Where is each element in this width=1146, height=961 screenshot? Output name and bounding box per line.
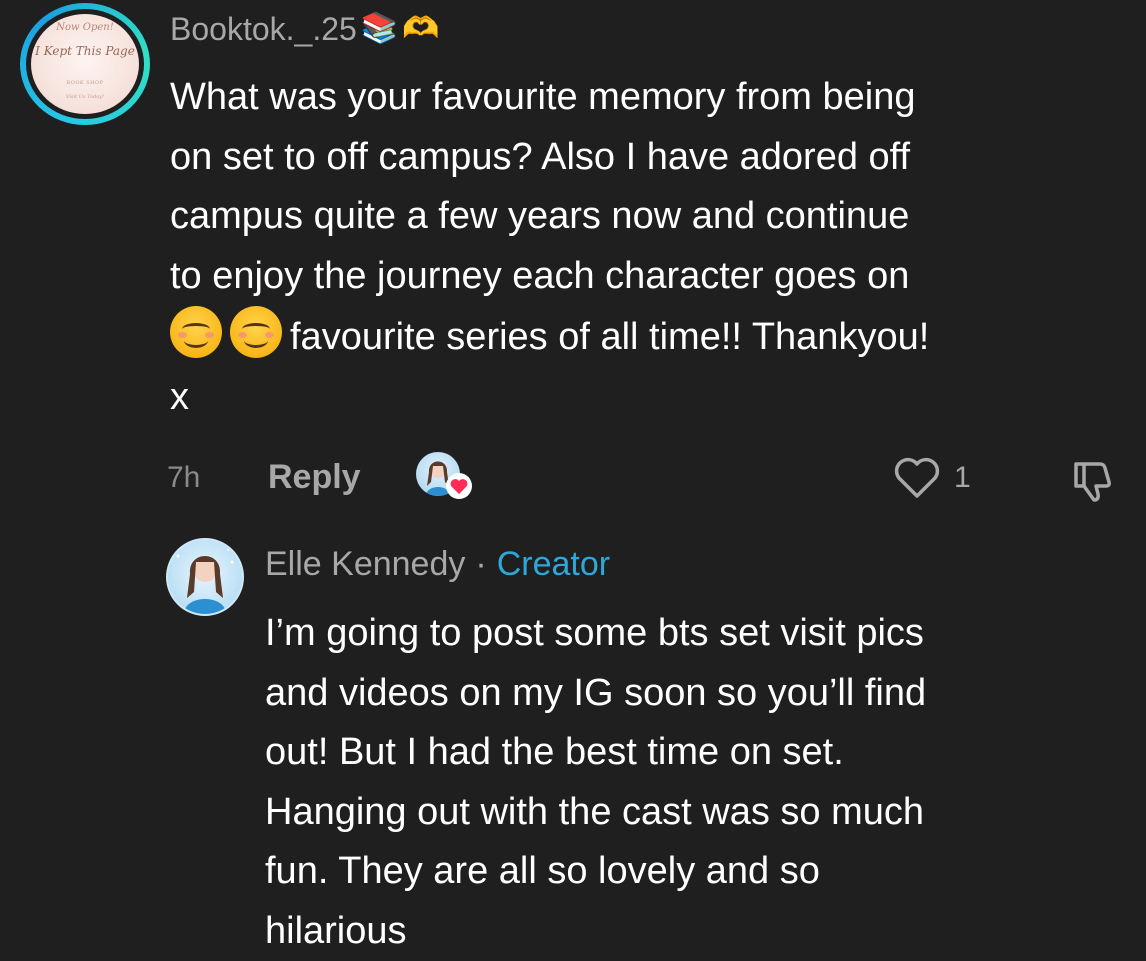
heart-hands-emoji: 🫶 — [402, 12, 440, 45]
smiling-face-emoji — [170, 306, 222, 358]
logo-bottom-text: Visit Us Today! — [65, 94, 105, 100]
comment-actions: 7h Reply 1 — [0, 450, 1146, 506]
reply-button[interactable]: Reply — [268, 456, 361, 498]
comment-text-part2: favourite series of all time!! Thankyou!… — [170, 316, 930, 418]
comment-text-part1: What was your favourite memory from bein… — [170, 76, 916, 297]
creator-reply: Elle Kennedy · Creator I’m going to post… — [0, 530, 1146, 960]
comment-text: What was your favourite memory from bein… — [170, 68, 1130, 427]
reply-author[interactable]: Elle Kennedy — [265, 542, 465, 586]
smiling-face-emoji — [230, 306, 282, 358]
commenter-username[interactable]: Booktok._.25 📚 🫶 — [170, 10, 440, 48]
logo-main-text: I Kept This Page — [35, 44, 135, 58]
comment: Now Open! I Kept This Page BOOK SHOP Vis… — [0, 0, 1146, 540]
creator-avatar[interactable] — [166, 538, 244, 616]
logo-sub-text: BOOK SHOP — [66, 80, 104, 86]
creator-badge: Creator — [496, 545, 611, 583]
username-text: Booktok._.25 — [170, 11, 357, 47]
like-count: 1 — [954, 461, 971, 494]
comment-timestamp: 7h — [167, 461, 201, 494]
books-emoji: 📚 — [360, 12, 399, 45]
heart-badge-icon — [446, 473, 472, 499]
thumbs-down-icon[interactable] — [1070, 456, 1116, 504]
reply-header: Elle Kennedy · Creator — [265, 542, 610, 586]
reply-text: I’m going to post some bts set visit pic… — [265, 612, 927, 952]
separator-dot: · — [475, 545, 487, 583]
commenter-avatar[interactable]: Now Open! I Kept This Page BOOK SHOP Vis… — [20, 3, 150, 125]
logo-top-text: Now Open! — [56, 22, 114, 33]
bookshop-logo: Now Open! I Kept This Page BOOK SHOP Vis… — [31, 14, 139, 114]
heart-outline-icon[interactable] — [892, 456, 942, 500]
